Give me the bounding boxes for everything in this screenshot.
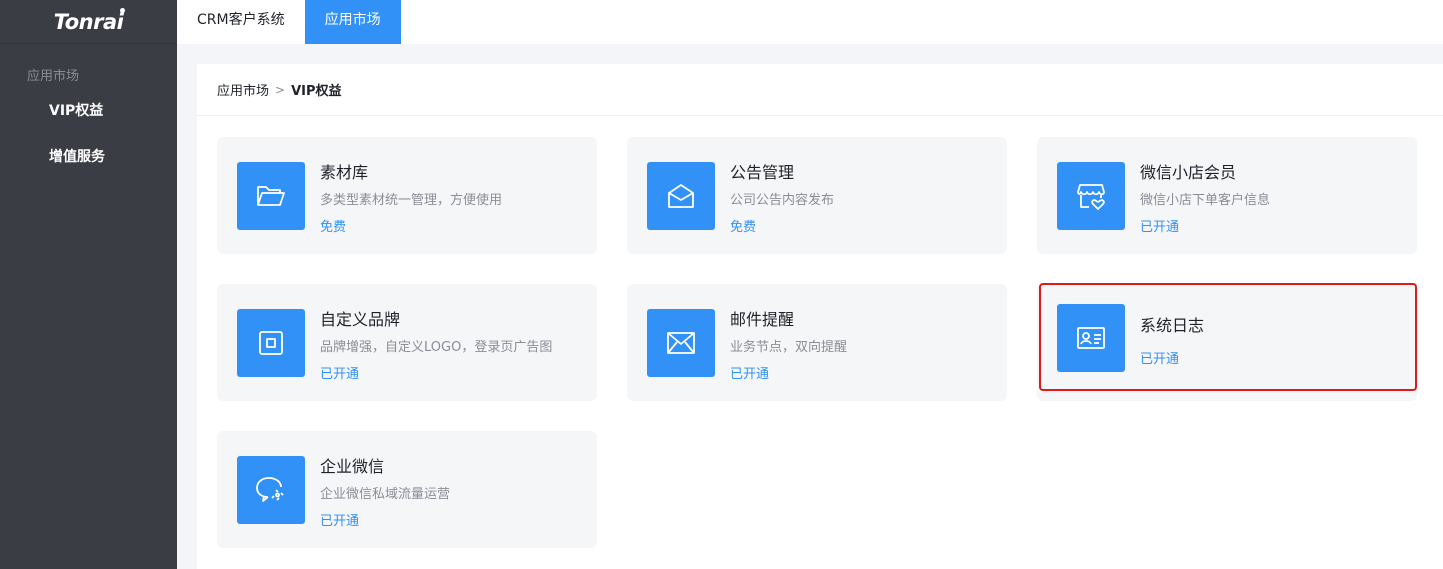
tab-crm[interactable]: CRM客户系统 — [177, 0, 305, 44]
breadcrumb-root[interactable]: 应用市场 — [217, 80, 269, 99]
card-desc: 企业微信私域流量运营 — [320, 487, 451, 502]
card-title: 素材库 — [320, 163, 369, 182]
sidebar-item-value-added[interactable]: 增值服务 — [0, 134, 177, 180]
card-status: 已开通 — [1140, 220, 1180, 235]
card-title: 微信小店会员 — [1140, 163, 1237, 182]
card-desc: 品牌增强，自定义LOGO，登录页广告图 — [320, 340, 553, 355]
shop-heart-icon — [1057, 162, 1125, 230]
tab-app-market[interactable]: 应用市场 — [304, 0, 401, 44]
card-status: 已开通 — [1140, 352, 1180, 367]
logo-area: Tonrai — [0, 0, 177, 44]
id-card-icon — [1057, 304, 1125, 372]
top-tabs: CRM客户系统 应用市场 — [177, 0, 1443, 44]
card-title: 公告管理 — [730, 163, 795, 182]
card-desc: 业务节点，双向提醒 — [730, 340, 848, 355]
folder-icon — [237, 162, 305, 230]
card-status: 免费 — [730, 220, 757, 235]
app-card-custom-brand[interactable]: 自定义品牌 品牌增强，自定义LOGO，登录页广告图 已开通 — [217, 284, 597, 401]
mail-icon — [647, 309, 715, 377]
app-card-email-reminder[interactable]: 邮件提醒 业务节点，双向提醒 已开通 — [627, 284, 1007, 401]
app-card-wechat-shop-member[interactable]: 微信小店会员 微信小店下单客户信息 已开通 — [1037, 137, 1417, 254]
card-status: 已开通 — [320, 367, 360, 382]
envelope-open-icon — [647, 162, 715, 230]
breadcrumb-current: VIP权益 — [291, 84, 342, 99]
card-title: 企业微信 — [320, 457, 385, 476]
card-status: 免费 — [320, 220, 347, 235]
app-card-material-library[interactable]: 素材库 多类型素材统一管理，方便使用 免费 — [217, 137, 597, 254]
chat-bubble-icon — [237, 456, 305, 524]
card-title: 系统日志 — [1140, 316, 1205, 335]
sidebar-item-vip[interactable]: VIP权益 — [0, 88, 177, 134]
breadcrumb: 应用市场 > VIP权益 — [197, 64, 1443, 116]
card-desc: 公司公告内容发布 — [730, 193, 835, 208]
app-card-enterprise-wechat[interactable]: 企业微信 企业微信私域流量运营 已开通 — [217, 431, 597, 548]
card-status: 已开通 — [730, 367, 770, 382]
app-card-announcement[interactable]: 公告管理 公司公告内容发布 免费 — [627, 137, 1007, 254]
card-desc: 多类型素材统一管理，方便使用 — [320, 193, 503, 208]
card-title: 自定义品牌 — [320, 310, 401, 329]
card-desc: 微信小店下单客户信息 — [1140, 193, 1271, 208]
sidebar: Tonrai 应用市场 VIP权益 增值服务 — [0, 0, 177, 569]
brand-square-icon — [237, 309, 305, 377]
app-card-system-log[interactable]: 系统日志 已开通 — [1037, 284, 1417, 401]
card-title: 邮件提醒 — [730, 310, 795, 329]
logo[interactable]: Tonrai — [54, 7, 126, 34]
sidebar-group-label: 应用市场 — [27, 69, 80, 84]
card-status: 已开通 — [320, 514, 360, 529]
chevron-right-icon: > — [275, 82, 286, 97]
